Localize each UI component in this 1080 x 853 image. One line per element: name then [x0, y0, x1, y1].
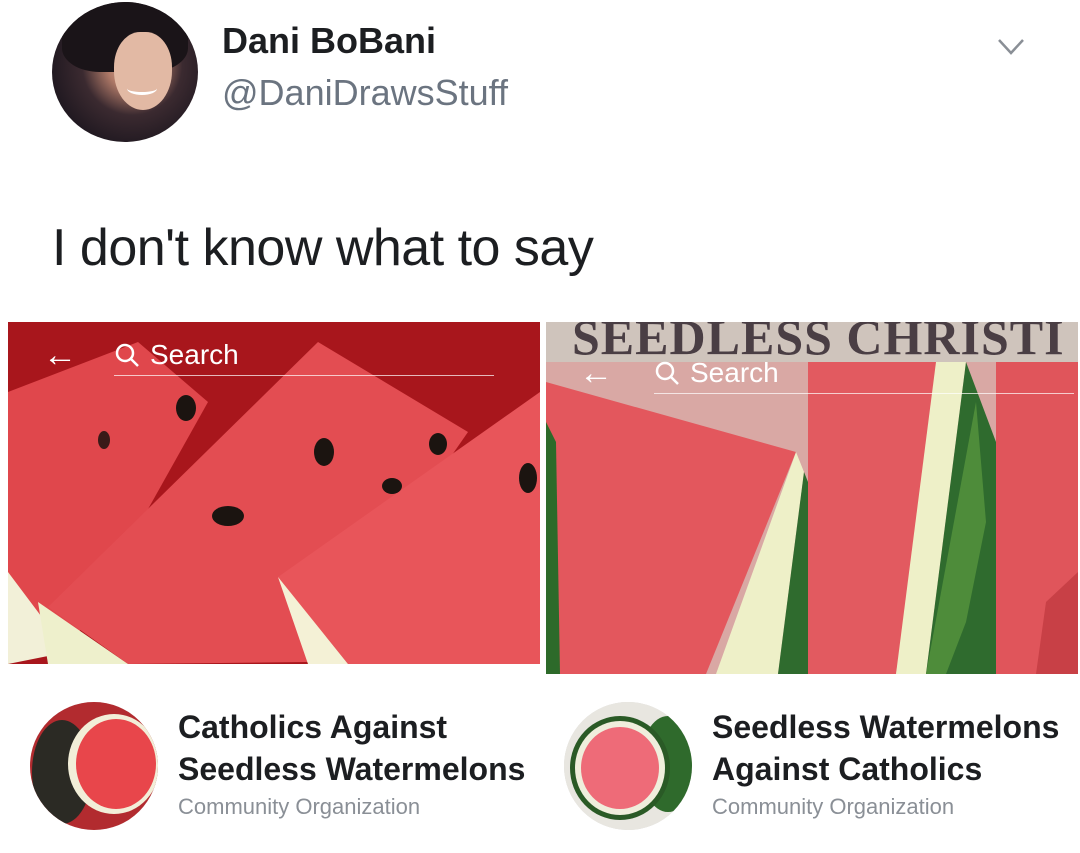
page-category: Community Organization — [712, 794, 955, 819]
page-profile-picture[interactable] — [564, 702, 692, 830]
nav-bar: ← Search — [8, 322, 540, 388]
page-card[interactable]: Catholics Against Seedless Watermelons C… — [26, 690, 546, 840]
tweet-text: I don't know what to say — [52, 219, 594, 277]
watermelon-half-icon — [30, 702, 158, 830]
back-arrow-icon[interactable]: ← — [576, 356, 616, 390]
avatar[interactable] — [52, 2, 198, 142]
nav-bar: ← Search — [546, 340, 1078, 406]
page-category: Community Organization — [178, 794, 421, 819]
search-placeholder: Search — [690, 356, 779, 388]
watermelon-half-icon — [564, 702, 692, 830]
search-box[interactable]: Search — [654, 353, 1074, 394]
tweet-header: Dani BoBani @DaniDrawsStuff — [0, 0, 1080, 170]
avatar-face — [114, 32, 172, 110]
avatar-smile — [127, 82, 157, 95]
right-screenshot: SEEDLESS CHRISTI ← Search — [546, 322, 1078, 674]
search-icon — [655, 361, 679, 385]
page-name[interactable]: Catholics Against Seedless Watermelons — [178, 706, 548, 790]
page-name[interactable]: Seedless Watermelons Against Catholics — [712, 706, 1080, 790]
left-screenshot: ← Search — [8, 322, 540, 664]
author-name[interactable]: Dani BoBani — [222, 20, 436, 62]
page-card[interactable]: Seedless Watermelons Against Catholics C… — [560, 690, 1080, 840]
page-profile-picture[interactable] — [30, 702, 158, 830]
search-icon — [115, 343, 139, 367]
back-arrow-icon[interactable]: ← — [40, 338, 80, 372]
search-placeholder: Search — [150, 338, 239, 370]
chevron-down-icon[interactable] — [996, 36, 1026, 58]
search-box[interactable]: Search — [114, 335, 494, 376]
author-handle[interactable]: @DaniDrawsStuff — [222, 72, 508, 114]
